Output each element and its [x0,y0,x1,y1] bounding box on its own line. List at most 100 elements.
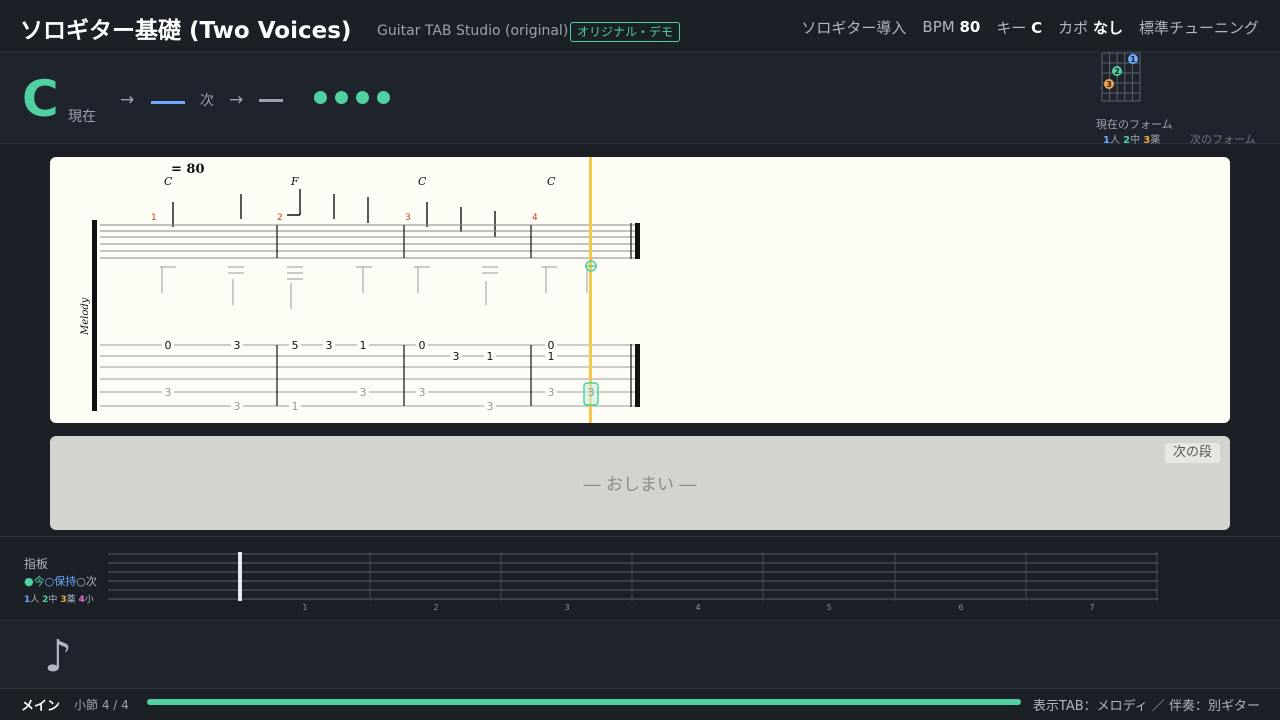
next-section-button[interactable]: 次の段 [1164,443,1220,463]
finger-label: 中 [1130,135,1141,146]
final-barline [635,223,640,259]
song-title: ソロギター基礎 (Two Voices) [20,18,352,44]
chord-name: C [418,175,427,188]
finger-label: 薬 [66,595,76,605]
fret-number: 1 [302,603,307,612]
tab-bass-note: 3 [419,386,426,399]
fretboard: 1 2 3 4 5 6 7 [108,552,1158,612]
finger-legend: 1人 2中 3薬 4小 [24,592,94,605]
tab-note: 0 [165,339,172,352]
next-label: 次 [200,93,214,109]
key-info: キー C [996,17,1042,38]
finger-3-label: 3 [1106,80,1112,89]
key-value: C [1031,18,1043,37]
lesson-name: ソロギター導入 [801,18,907,37]
tab-bass-note: 3 [360,386,367,399]
tab-note: 3 [326,339,333,352]
beat-indicator [314,91,390,104]
tab-final-barline [635,344,640,407]
fret-number: 7 [1089,603,1094,612]
capo-value: なし [1092,18,1123,37]
beat-dot [335,91,348,104]
tab-note: 5 [292,339,299,352]
fret-number: 6 [958,603,963,612]
bpm-label: BPM [922,18,955,36]
finger-label: 人 [1109,135,1120,146]
measure-number: 1 [151,213,157,223]
fret-number: 5 [826,603,831,612]
tab-bass-note: 3 [165,386,172,399]
finger-2-label: 2 [1114,67,1120,76]
next-chord-line [259,99,283,102]
measure-number: 2 [277,213,283,223]
chord-bar [0,52,1280,144]
tempo-mark: = 80 [171,162,205,177]
fretboard-legend: ●今○保持○次 [24,573,97,589]
chord-name: C [164,175,173,188]
app-subtitle: Guitar TAB Studio (original) [377,23,569,39]
notes-section [0,620,1280,688]
finger-label: 中 [48,595,58,605]
eighth-note-icon: ♪ [44,631,73,682]
legend-hold: ○保持 [44,575,77,588]
tab-note: 1 [548,350,555,363]
track-name: Melody [80,297,91,336]
tab-bass-note: 3 [487,400,494,413]
finger-label: 薬 [1150,135,1161,146]
next-system-panel: ― おしまい ― 次の段 [50,436,1230,530]
capo-info: カポ なし [1058,17,1123,38]
system-bracket [92,220,97,411]
fret-number: 4 [695,603,700,612]
form-finger-legend: 1人 2中 3薬 [1103,131,1160,146]
tuning-info: 標準チューニング [1138,18,1259,37]
progress-bar[interactable] [147,699,1021,705]
key-label: キー [996,18,1027,37]
measure-counter: 小節 4 / 4 [74,698,129,712]
legend-now: ●今 [24,575,45,588]
display-info: 表示TAB：メロディ ／ 伴奏：別ギター [1032,699,1260,714]
tab-bass-note: 3 [588,386,595,399]
finger-label: 人 [30,595,40,605]
arrow-right-icon: → [120,90,135,110]
current-chord: C [22,70,59,128]
tab-note: 3 [453,350,460,363]
chord-form-diagram: 1 2 3 [1101,52,1141,102]
finger-1-label: 1 [1130,55,1136,64]
current-label: 現在 [68,109,96,125]
tab-score: = 80 C F C C 1 2 3 4 Melody 0 3 5 3 1 0 … [80,157,640,423]
capo-label: カポ [1058,18,1089,37]
score-panel: = 80 C F C C 1 2 3 4 Melody 0 3 5 3 1 0 … [50,157,1230,423]
beat-dot [314,91,327,104]
tab-bass-note: 3 [548,386,555,399]
chord-name: F [290,175,299,188]
measure-number: 4 [532,213,538,223]
progress-fill [147,699,1021,705]
tab-note: 3 [234,339,241,352]
tab-bass-note: 3 [234,400,241,413]
app-header: ソロギター基礎 (Two Voices) Guitar TAB Studio (… [0,0,1280,52]
next-form-label: 次のフォーム [1190,133,1256,146]
tab-note: 0 [419,339,426,352]
arrow-right-icon: → [229,90,244,110]
finger-num: 1 [1103,135,1110,146]
beat-dot [377,91,390,104]
bpm-value: 80 [959,18,981,36]
fret-number: 3 [564,603,569,612]
measure-number: 3 [405,213,411,223]
fret-number: 2 [433,603,438,612]
legend-next: ○次 [76,575,97,588]
demo-badge: オリジナル・デモ [570,22,681,42]
ending-text: ― おしまい ― [583,475,697,495]
finger-label: 小 [84,595,94,605]
current-form-label: 現在のフォーム [1096,118,1173,131]
nut [238,552,242,601]
mode-label: メイン [21,699,61,714]
fretboard-title: 指板 [24,557,49,571]
current-chord-line [151,101,185,104]
bpm-info: BPM 80 [922,18,980,36]
tab-note: 1 [360,339,367,352]
chord-name: C [547,175,556,188]
beat-dot [356,91,369,104]
song-info: ソロギター導入 BPM 80 キー C カポ なし 標準チューニング [785,16,1259,38]
tab-bass-note: 1 [292,400,299,413]
